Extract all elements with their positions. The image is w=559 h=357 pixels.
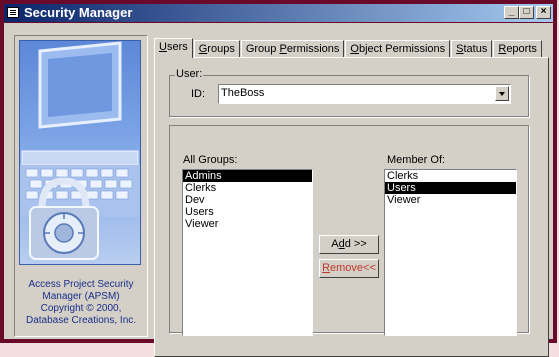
caption-line: Database Creations, Inc. <box>25 315 137 326</box>
list-item[interactable]: Clerks <box>385 170 516 182</box>
list-item[interactable]: Users <box>183 206 312 218</box>
window-title: Security Manager <box>24 5 133 20</box>
tab-groups[interactable]: Groups <box>193 40 240 57</box>
minimize-icon[interactable]: _ <box>504 6 519 19</box>
user-id-value: TheBoss <box>221 87 265 99</box>
member-of-listbox[interactable]: Clerks Users Viewer <box>384 169 517 336</box>
title-bar[interactable]: Security Manager _ □ × <box>4 4 553 22</box>
copyright-caption: Access Project Security Manager (APSM) C… <box>17 279 145 327</box>
list-item[interactable]: Viewer <box>183 218 312 230</box>
tab-object-permissions[interactable]: Object Permissions <box>345 40 451 57</box>
all-groups-label: All Groups: <box>183 154 238 166</box>
member-of-label: Member Of: <box>387 154 446 166</box>
remove-button[interactable]: Remove<< <box>319 259 379 278</box>
list-item[interactable]: Admins <box>183 170 312 182</box>
caption-line: Access Project Security <box>28 279 134 290</box>
add-button[interactable]: Add >> <box>319 235 379 254</box>
tab-strip: Users Groups Group Permissions Object Pe… <box>154 38 543 58</box>
user-id-combobox[interactable]: TheBoss <box>218 84 511 104</box>
caption-line: Copyright © 2000, <box>40 303 122 314</box>
title-bar-buttons: _ □ × <box>504 6 551 19</box>
list-item[interactable]: Clerks <box>183 182 312 194</box>
tab-group-permissions[interactable]: Group Permissions <box>240 40 345 57</box>
close-icon[interactable]: × <box>536 6 551 19</box>
window-client-area: Access Project Security Manager (APSM) C… <box>4 23 553 357</box>
app-system-icon[interactable] <box>7 7 19 18</box>
users-tab-page: User: ID: TheBoss All Groups: Member Of:… <box>154 57 549 357</box>
list-item[interactable]: Dev <box>183 194 312 206</box>
list-item[interactable]: Users <box>385 182 516 194</box>
id-label: ID: <box>191 88 206 100</box>
tab-status[interactable]: Status <box>451 40 493 57</box>
security-manager-window: Security Manager _ □ × Access Project Se… <box>0 0 557 357</box>
tab-reports[interactable]: Reports <box>493 40 542 57</box>
list-item[interactable]: Viewer <box>385 194 516 206</box>
laptop-lock-illustration <box>19 40 141 265</box>
all-groups-listbox[interactable]: Admins Clerks Dev Users Viewer <box>182 169 313 336</box>
combo-dropdown-icon[interactable] <box>495 86 509 101</box>
caption-line: Manager (APSM) <box>42 291 120 302</box>
tab-users[interactable]: Users <box>154 38 193 58</box>
maximize-icon[interactable]: □ <box>519 6 534 19</box>
user-group-label: User: <box>175 68 204 80</box>
branding-panel: Access Project Security Manager (APSM) C… <box>14 35 148 337</box>
